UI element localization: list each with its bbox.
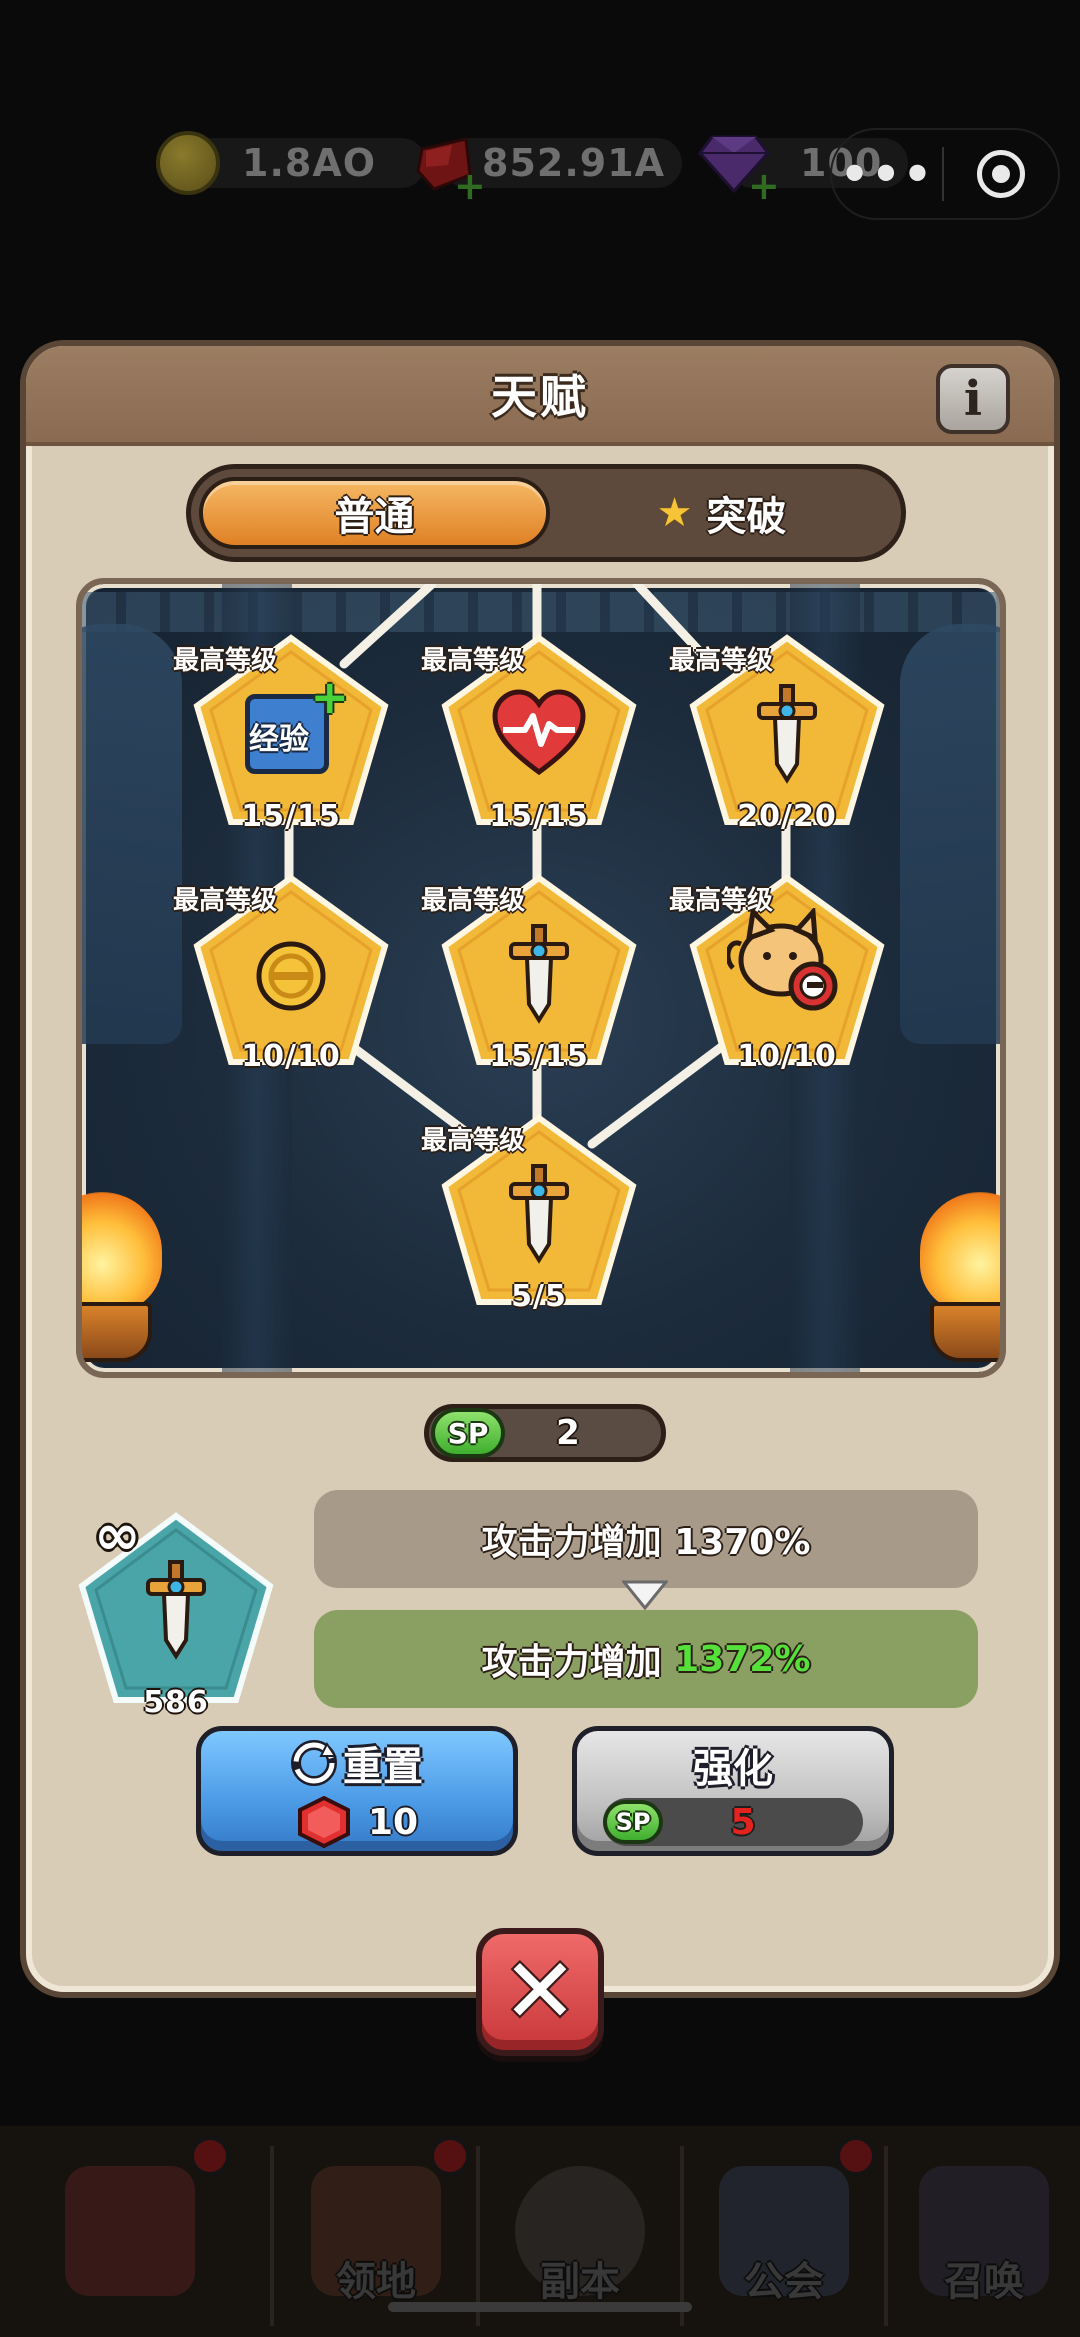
- nav-dungeon-label: 副本: [540, 2259, 620, 2305]
- talent-panel: 天赋 i 普通 ★ 突破 经验 + 最高等级 15/15 最高等级 15/15 …: [20, 340, 1060, 1998]
- talent-max-caption: 最高等级: [421, 1126, 526, 1156]
- reset-label: 重置: [343, 1744, 423, 1790]
- sp-badge: SP: [431, 1408, 505, 1458]
- talent-max-caption: 最高等级: [173, 646, 278, 676]
- notification-dot: [836, 2136, 876, 2176]
- reset-button[interactable]: 重置 10: [196, 1726, 518, 1856]
- add-ruby-icon[interactable]: +: [454, 167, 486, 205]
- infinity-icon: ∞: [94, 1503, 141, 1568]
- selected-talent-count: 586: [143, 1685, 209, 1720]
- close-icon: ✕: [502, 1939, 578, 2044]
- tab-breakthrough[interactable]: ★ 突破: [550, 477, 893, 549]
- arrow-down-icon: [622, 1580, 668, 1611]
- purple-gem-icon: +: [698, 131, 780, 205]
- talent-level: 5/5: [511, 1279, 567, 1314]
- sword-icon: [737, 684, 837, 784]
- notification-dot: [190, 2136, 230, 2176]
- upgrade-cost: SP 5: [603, 1798, 863, 1846]
- talent-node-attack-2[interactable]: 最高等级 15/15: [421, 872, 639, 1074]
- talent-level: 10/10: [737, 1039, 837, 1074]
- exp-plus-icon: +: [310, 670, 349, 724]
- sp-counter: SP 2: [424, 1404, 666, 1462]
- talent-max-caption: 最高等级: [173, 886, 278, 916]
- sp-badge: SP: [603, 1800, 663, 1844]
- tab-normal-label: 普通: [334, 494, 415, 540]
- talent-node-gold[interactable]: 最高等级 10/10: [173, 872, 391, 1074]
- talent-level: 10/10: [241, 1039, 341, 1074]
- talent-node-attack-3[interactable]: 最高等级 5/5: [421, 1112, 639, 1314]
- home-indicator: [388, 2302, 692, 2312]
- talent-tabs: 普通 ★ 突破: [186, 464, 906, 562]
- talent-max-caption: 最高等级: [669, 886, 774, 916]
- info-icon: i: [963, 371, 983, 427]
- info-button[interactable]: i: [936, 364, 1010, 434]
- gold-value: 1.8AO: [242, 141, 377, 185]
- talent-node-attack-1[interactable]: 最高等级 20/20: [669, 632, 887, 834]
- next-stat-value: 1372%: [674, 1638, 811, 1680]
- current-stat-text: 攻击力增加 1370%: [481, 1522, 811, 1563]
- panel-title: 天赋: [491, 370, 589, 424]
- reset-cost: 10: [367, 1801, 419, 1843]
- mini-program-capsule: •••: [830, 128, 1060, 220]
- sp-value: 2: [556, 1413, 580, 1453]
- exit-program-button[interactable]: [944, 150, 1058, 198]
- close-icon: [65, 2166, 195, 2296]
- add-gem-icon[interactable]: +: [748, 167, 780, 205]
- next-stat-prefix: 攻击力增加: [481, 1642, 675, 1683]
- sword-icon: [489, 1164, 589, 1264]
- talent-max-caption: 最高等级: [421, 886, 526, 916]
- selected-talent: ∞ 586: [76, 1503, 276, 1720]
- upgrade-cost-value: 5: [730, 1801, 756, 1843]
- coin-icon: [241, 924, 341, 1024]
- target-icon: [977, 150, 1025, 198]
- nav-summon[interactable]: 召唤: [888, 2126, 1080, 2337]
- talent-level: 20/20: [737, 799, 837, 834]
- nav-guild-label: 公会: [744, 2259, 824, 2305]
- current-stat: 攻击力增加 1370%: [314, 1490, 978, 1588]
- talent-level: 15/15: [489, 1039, 589, 1074]
- heart-icon: [489, 684, 589, 784]
- sword-icon: [126, 1560, 226, 1660]
- upgrade-label: 强化: [693, 1746, 773, 1792]
- ruby-icon: [297, 1796, 350, 1848]
- nav-territory-label: 领地: [336, 2259, 416, 2305]
- exp-book-label: 经验: [249, 722, 309, 757]
- ruby-icon: +: [412, 131, 486, 205]
- upgrade-button[interactable]: 强化 SP 5: [572, 1726, 894, 1856]
- talent-level: 15/15: [489, 799, 589, 834]
- refresh-icon: [291, 1740, 337, 1786]
- panel-header: 天赋: [26, 346, 1054, 446]
- talent-max-caption: 最高等级: [421, 646, 526, 676]
- next-stat: 攻击力增加 1372%: [314, 1610, 978, 1708]
- tab-breakthrough-label: 突破: [706, 494, 787, 540]
- gold-coin-icon: [156, 131, 220, 195]
- close-button[interactable]: ✕: [476, 1928, 604, 2056]
- gold-resource: 1.8AO: [156, 128, 426, 198]
- ruby-resource[interactable]: + 852.91A: [412, 128, 682, 205]
- tab-normal[interactable]: 普通: [199, 477, 550, 549]
- talent-board: 经验 + 最高等级 15/15 最高等级 15/15 最高等级 20/20 最高…: [76, 578, 1006, 1378]
- cat-shield-icon: [725, 905, 838, 1011]
- talent-level: 15/15: [241, 799, 341, 834]
- talent-node-exp[interactable]: 经验 + 最高等级 15/15: [173, 632, 391, 834]
- talent-node-hp[interactable]: 最高等级 15/15: [421, 632, 639, 834]
- talent-node-pet[interactable]: 最高等级 10/10: [669, 872, 887, 1074]
- exp-book-icon: 经验 +: [241, 670, 349, 784]
- ruby-value: 852.91A: [482, 141, 666, 185]
- star-icon: ★: [656, 490, 693, 536]
- more-menu-button[interactable]: •••: [832, 147, 942, 201]
- sword-icon: [489, 924, 589, 1024]
- notification-dot: [430, 2136, 470, 2176]
- nav-summon-label: 召唤: [944, 2259, 1024, 2305]
- talent-max-caption: 最高等级: [669, 646, 774, 676]
